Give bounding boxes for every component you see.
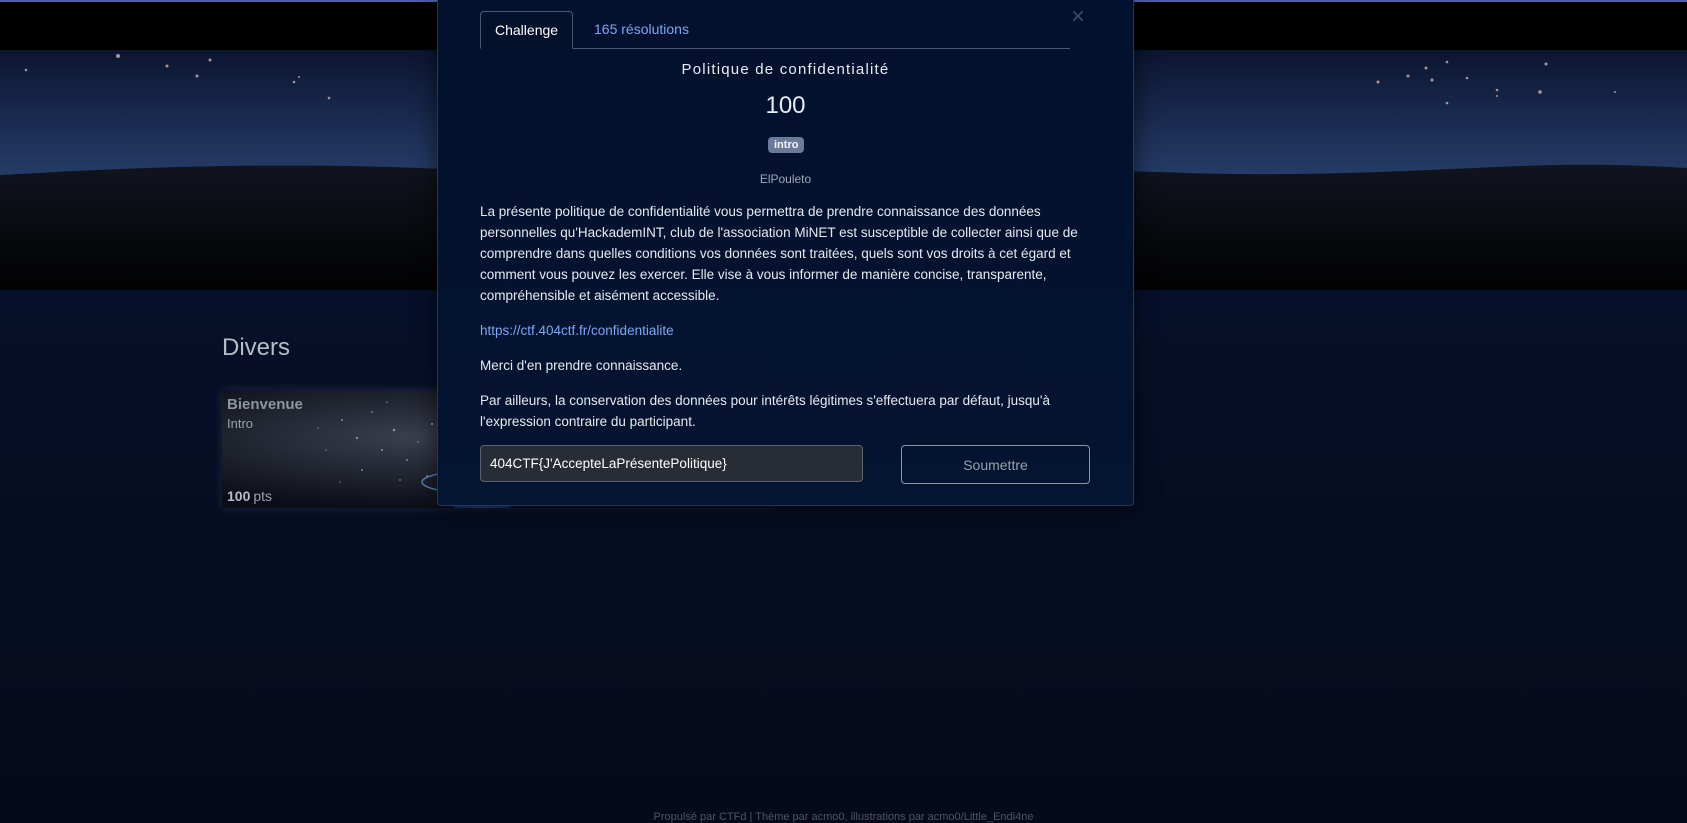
challenge-author: ElPouleto <box>759 172 812 186</box>
challenge-card-name: Bienvenue <box>227 396 303 413</box>
tab-solves[interactable]: 165 résolutions <box>580 11 703 47</box>
description-thanks: Merci d'en prendre connaissance. <box>480 358 683 373</box>
challenge-title: Politique de confidentialité <box>681 61 890 78</box>
challenge-value: 100 <box>765 92 806 119</box>
flag-input[interactable] <box>480 445 863 482</box>
privacy-policy-link[interactable]: https://ctf.404ctf.fr/confidentialite <box>480 320 1080 341</box>
submit-button[interactable]: Soumettre <box>901 445 1090 484</box>
challenge-modal: × Challenge 165 résolutions Politique de… <box>437 0 1134 506</box>
tab-challenge[interactable]: Challenge <box>480 11 574 49</box>
modal-tabs: Challenge 165 résolutions <box>480 11 1070 49</box>
points-unit: pts <box>253 488 273 504</box>
category-heading: Divers <box>222 334 291 361</box>
footer-credits: Propulsé par CTFd | Thème par acmo0, ill… <box>653 811 1034 823</box>
close-icon[interactable]: × <box>1067 5 1089 29</box>
challenge-card-points: 100 pts <box>227 488 272 504</box>
points-value: 100 <box>227 488 251 504</box>
challenge-tag-badge: intro <box>768 137 805 153</box>
description-paragraph: La présente politique de confidentialité… <box>480 204 1078 303</box>
challenge-card-category: Intro <box>227 416 254 431</box>
description-retention: Par ailleurs, la conservation des donnée… <box>480 393 1050 429</box>
